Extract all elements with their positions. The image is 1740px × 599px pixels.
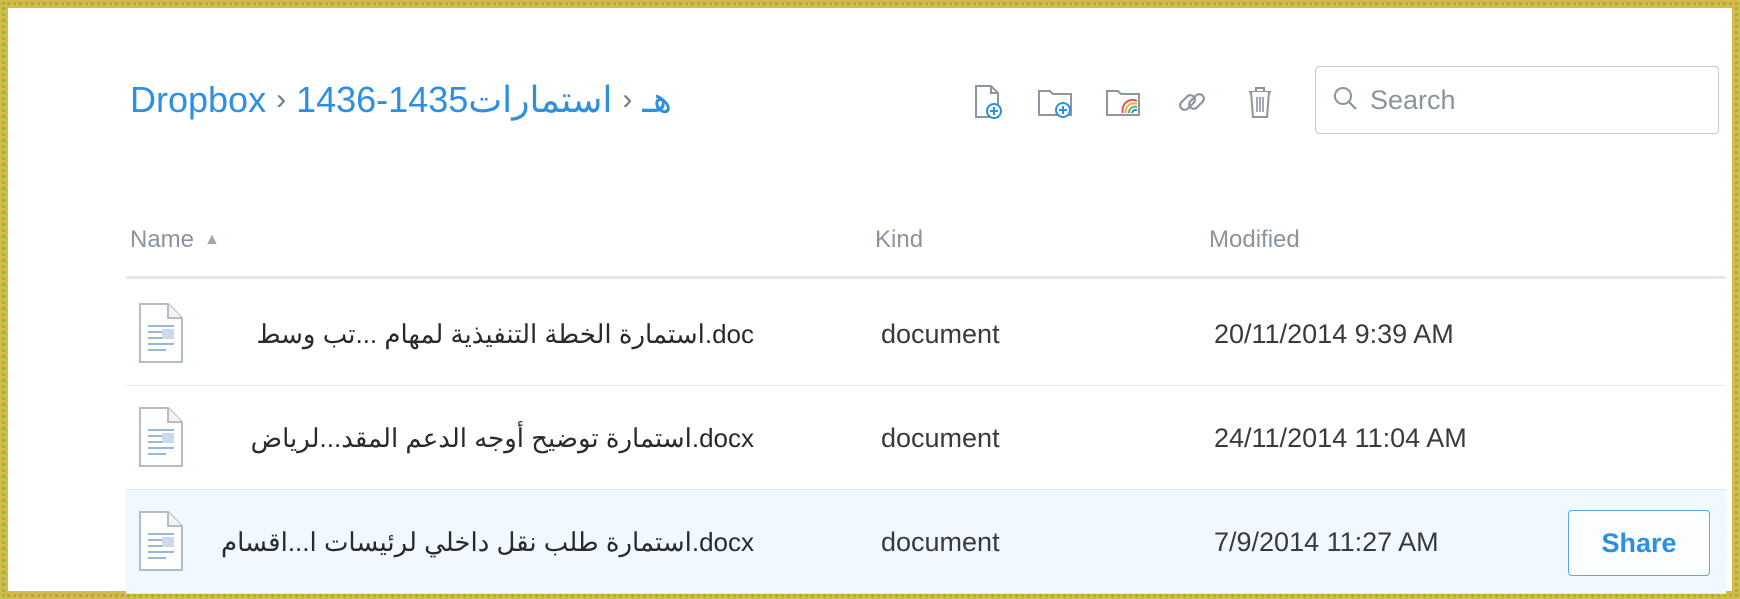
breadcrumb-folder[interactable]: استمارات1435-1436 bbox=[296, 79, 612, 121]
breadcrumb-current: هـ bbox=[642, 79, 672, 120]
document-icon bbox=[138, 406, 184, 473]
file-modified: 24/11/2014 11:04 AM bbox=[1214, 422, 1467, 453]
breadcrumb-separator-icon: › bbox=[276, 83, 287, 116]
sort-ascending-icon: ▲ bbox=[204, 231, 220, 248]
file-name[interactable]: استمارة طلب نقل داخلي لرئيسات ا...اقسام.… bbox=[214, 490, 754, 594]
file-kind: document bbox=[881, 526, 1000, 557]
search-icon bbox=[1332, 85, 1358, 116]
search-box[interactable] bbox=[1315, 66, 1719, 134]
file-name[interactable]: استمارة توضيح أوجه الدعم المقد...لرياض.d… bbox=[214, 386, 754, 490]
breadcrumb: Dropbox › استمارات1435-1436 › هـ bbox=[130, 72, 672, 128]
page-frame: Dropbox › استمارات1435-1436 › هـ Search … bbox=[0, 0, 1740, 599]
table-row[interactable]: استمارة طلب نقل داخلي لرئيسات ا...اقسام.… bbox=[126, 490, 1726, 594]
column-header-modified[interactable]: Modified bbox=[1209, 220, 1300, 260]
link-icon[interactable] bbox=[1172, 82, 1212, 122]
table-row[interactable]: استمارة الخطة التنفيذية لمهام ...تب وسط.… bbox=[126, 282, 1726, 386]
breadcrumb-separator-icon: › bbox=[622, 83, 633, 116]
toolbar bbox=[968, 78, 1280, 126]
file-name[interactable]: استمارة الخطة التنفيذية لمهام ...تب وسط.… bbox=[214, 282, 754, 386]
search-input[interactable] bbox=[1368, 83, 1702, 117]
file-modified: 20/11/2014 9:39 AM bbox=[1214, 318, 1454, 349]
new-folder-icon[interactable] bbox=[1036, 82, 1076, 122]
document-icon bbox=[138, 302, 184, 369]
file-kind: document bbox=[881, 318, 1000, 349]
new-file-icon[interactable] bbox=[968, 82, 1008, 122]
document-icon bbox=[138, 510, 184, 577]
table-row[interactable]: استمارة توضيح أوجه الدعم المقد...لرياض.d… bbox=[126, 386, 1726, 490]
column-header-modified-label: Modified bbox=[1209, 226, 1300, 253]
share-button[interactable]: Share bbox=[1568, 510, 1710, 576]
breadcrumb-root[interactable]: Dropbox bbox=[130, 79, 266, 121]
shared-folder-icon[interactable] bbox=[1104, 82, 1144, 122]
column-header-name[interactable]: Name ▲ bbox=[130, 220, 220, 260]
trash-icon[interactable] bbox=[1240, 82, 1280, 122]
column-header-kind[interactable]: Kind bbox=[875, 220, 923, 260]
file-kind: document bbox=[881, 422, 1000, 453]
column-header-kind-label: Kind bbox=[875, 226, 924, 253]
column-header-name-label: Name bbox=[130, 226, 195, 253]
file-modified: 7/9/2014 11:27 AM bbox=[1214, 526, 1439, 557]
header-divider bbox=[126, 276, 1726, 279]
